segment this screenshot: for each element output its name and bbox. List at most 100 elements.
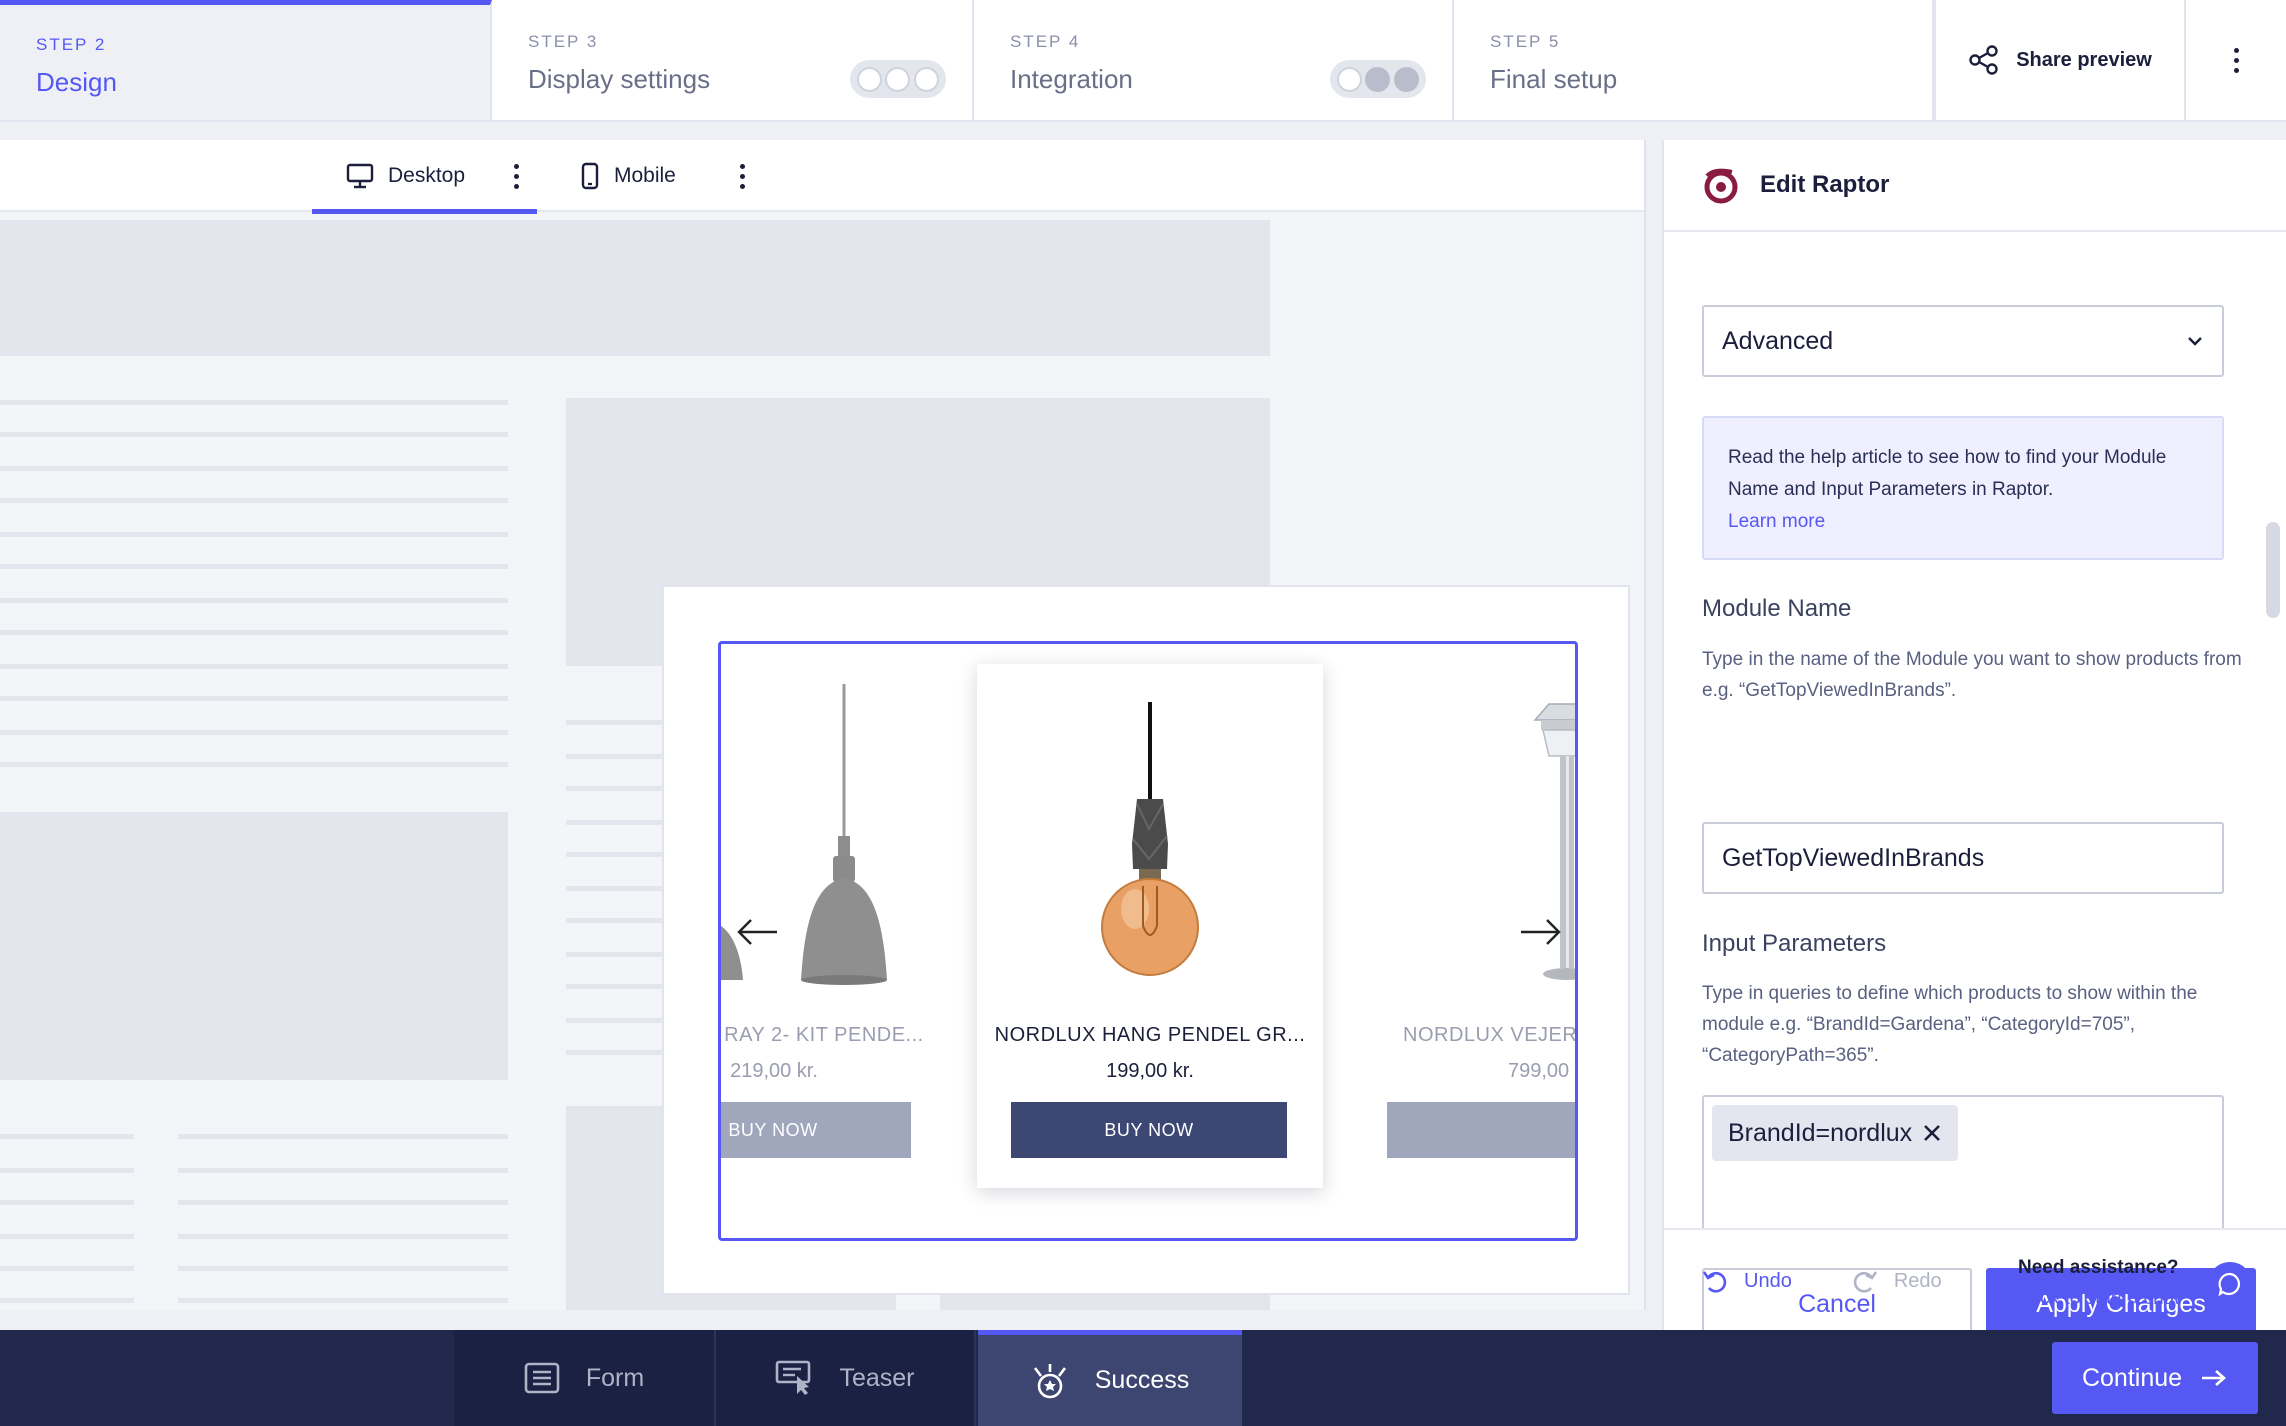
edit-sidebar: Edit Raptor Advanced Read the help artic… (1662, 140, 2286, 1340)
placeholder-line (178, 1298, 508, 1303)
placeholder-line (0, 1134, 134, 1139)
placeholder-line (566, 918, 666, 923)
product-title: NORDLUX VEJERS E (1403, 1024, 1578, 1046)
placeholder-line (0, 466, 508, 471)
tab-success-label: Success (1094, 1366, 1190, 1394)
placeholder-line (0, 1200, 134, 1205)
placeholder-line (566, 786, 666, 791)
sidebar-header: Edit Raptor (1664, 140, 2286, 232)
step-name: Design (36, 67, 117, 97)
input-parameters-label: Input Parameters (1702, 930, 1887, 957)
placeholder-line (566, 1018, 666, 1023)
help-note: Read the help article to see how to find… (1702, 416, 2224, 560)
buy-now-button[interactable]: BUY NOW (721, 1102, 911, 1158)
mode-select[interactable]: Advanced (1702, 305, 2224, 377)
placeholder-line (0, 598, 508, 603)
step-display-settings[interactable]: STEP 3 Display settings (492, 0, 974, 122)
placeholder-line (0, 564, 508, 569)
share-preview-button[interactable]: Share preview (1934, 0, 2184, 122)
placeholder-line (566, 1050, 666, 1055)
start-chat-link[interactable]: Click to start a chat (2018, 1283, 2180, 1314)
placeholder-line (566, 952, 666, 957)
tab-form[interactable]: Form (454, 1330, 716, 1426)
tab-success[interactable]: Success (978, 1330, 1242, 1426)
device-toolbar: Desktop Mobile (0, 140, 1644, 214)
undo-icon (1702, 1271, 1727, 1293)
arrow-left-icon[interactable] (733, 914, 783, 950)
placeholder-line (566, 984, 666, 989)
raptor-logo-icon (1704, 168, 1738, 204)
more-menu-button[interactable] (2184, 0, 2286, 122)
desktop-options-icon[interactable] (514, 164, 519, 189)
history-controls: Undo Redo (1700, 1256, 1942, 1306)
bottom-view-bar: Form Teaser Success (0, 1330, 2286, 1426)
mobile-label: Mobile (614, 164, 676, 187)
product-price: 799,00 kr. (1508, 1060, 1575, 1082)
step-number: STEP 4 (1010, 32, 1081, 51)
chevron-down-icon (2188, 337, 2202, 346)
teaser-icon (776, 1360, 811, 1395)
placeholder-line (0, 762, 508, 767)
product-card[interactable]: NORDLUX HANG PENDEL GR... 199,00 kr. BUY… (977, 664, 1323, 1188)
continue-label: Continue (2081, 1363, 2183, 1392)
buy-now-button[interactable]: BUY NOW (1011, 1102, 1287, 1158)
placeholder-line (0, 664, 508, 669)
step-integration[interactable]: STEP 4 Integration (974, 0, 1454, 122)
success-popup: K RAY 2- KIT PENDE... 219,00 kr. BUY NOW… (662, 585, 1630, 1295)
placeholder-line (178, 1234, 508, 1239)
placeholder-line (178, 1134, 508, 1139)
kebab-icon (2233, 47, 2239, 73)
chat-bubble-icon (2218, 1272, 2240, 1297)
buy-now-button[interactable]: BUY NOW (1387, 1102, 1575, 1158)
placeholder-block (0, 812, 508, 1080)
placeholder-block (0, 220, 1270, 356)
placeholder-line (0, 498, 508, 503)
tab-teaser[interactable]: Teaser (716, 1330, 976, 1426)
redo-icon (1853, 1271, 1877, 1293)
product-title: NORDLUX HANG PENDEL GR... (994, 1024, 1306, 1046)
progress-toggle (1330, 60, 1426, 98)
placeholder-line (566, 852, 666, 857)
share-icon (1969, 45, 1998, 75)
chat-button[interactable] (2208, 1262, 2252, 1306)
placeholder-line (0, 730, 508, 735)
placeholder-line (178, 1168, 508, 1173)
step-number: STEP 5 (1490, 32, 1561, 51)
placeholder-line (0, 532, 508, 537)
parameter-chip-label: BrandId=nordlux (1728, 1118, 1913, 1147)
redo-button[interactable]: Redo (1850, 1266, 1942, 1296)
continue-button[interactable]: Continue (2052, 1342, 2258, 1414)
progress-toggle (850, 60, 946, 98)
arrow-right-icon[interactable] (1515, 914, 1565, 950)
close-icon[interactable] (1922, 1123, 1942, 1143)
tab-mobile[interactable]: Mobile (580, 140, 676, 212)
preview-canvas: Desktop Mobile K RAY 2- KIT PENDE... 219… (0, 140, 1646, 1310)
mobile-icon (581, 162, 599, 190)
learn-more-link[interactable]: Learn more (1728, 506, 2198, 538)
undo-button[interactable]: Undo (1700, 1266, 1792, 1296)
placeholder-line (178, 1200, 508, 1205)
success-badge-icon (1033, 1363, 1066, 1398)
assistance-block: Need assistance? Click to start a chat (2018, 1252, 2180, 1314)
step-design[interactable]: STEP 2 Design (0, 0, 492, 122)
product-carousel[interactable]: K RAY 2- KIT PENDE... 219,00 kr. BUY NOW… (718, 641, 1578, 1241)
tab-desktop[interactable]: Desktop (311, 140, 538, 214)
input-parameters-field[interactable]: BrandId=nordlux (1702, 1095, 2224, 1228)
placeholder-line (566, 720, 666, 725)
tab-form-label: Form (585, 1363, 645, 1392)
scrollbar-thumb[interactable] (2266, 522, 2280, 618)
step-final-setup[interactable]: STEP 5 Final setup (1454, 0, 1934, 122)
arrow-right-icon (2202, 1370, 2227, 1386)
desktop-icon (346, 163, 374, 189)
sidebar-scroll-area[interactable]: Advanced Read the help article to see ho… (1664, 232, 2286, 1228)
bulb-pendant-image (1101, 702, 1199, 976)
placeholder-line (0, 696, 508, 701)
share-preview-label: Share preview (2016, 48, 2152, 71)
undo-label: Undo (1744, 1269, 1792, 1292)
tab-teaser-label: Teaser (839, 1363, 915, 1392)
placeholder-line (566, 820, 666, 825)
mobile-options-icon[interactable] (740, 164, 745, 189)
module-name-input[interactable]: GetTopViewedInBrands (1702, 822, 2224, 894)
placeholder-line (0, 432, 508, 437)
pendant-lamp-image (721, 684, 887, 985)
